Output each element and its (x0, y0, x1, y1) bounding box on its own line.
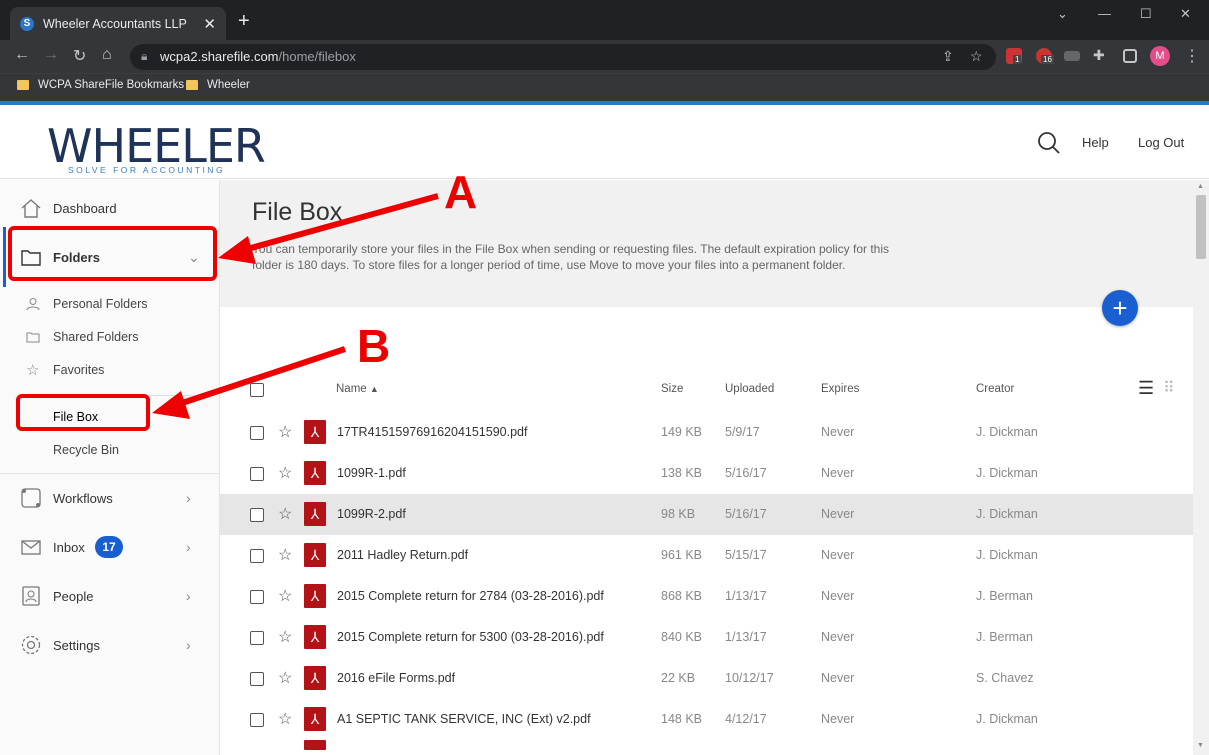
annotation-arrows (152, 193, 439, 419)
arrow-a-head (218, 236, 256, 264)
arrow-b-head (152, 391, 190, 419)
arrow-b-line (175, 346, 346, 408)
arrow-a-line (239, 193, 439, 254)
